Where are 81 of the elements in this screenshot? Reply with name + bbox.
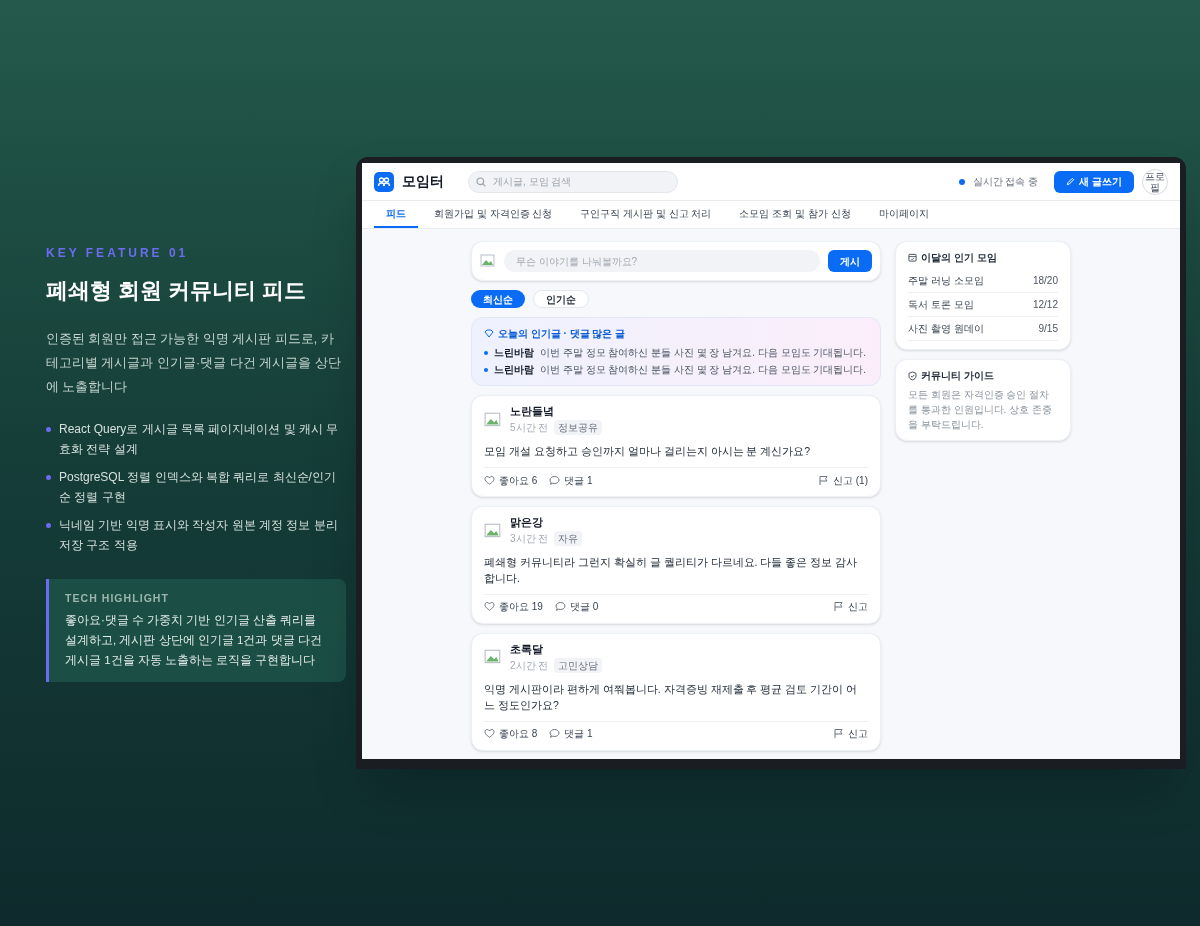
bullet-text: React Query로 게시글 목록 페이지네이션 및 캐시 무효화 전략 설계 (59, 420, 340, 458)
calendar-icon (908, 253, 917, 263)
pencil-icon (1066, 177, 1076, 187)
highlight-label: TECH HIGHLIGHT (65, 590, 170, 606)
report-button[interactable]: 신고 (833, 599, 868, 615)
nav-tab[interactable]: 마이페이지 (866, 200, 941, 229)
heart-icon (484, 474, 495, 486)
flag-icon (833, 601, 844, 613)
bullet-icon (484, 350, 488, 355)
new-post-button[interactable]: 새 글쓰기 (1054, 170, 1134, 193)
heart-icon (484, 601, 495, 613)
bullet-icon (46, 474, 51, 480)
slide-description: 인증된 회원만 접근 가능한 익명 게시판 피드로, 카테고리별 게시글과 인기글·댓글 다건 게시글을 상단에 노출합니다 (46, 330, 342, 396)
post-body: 익명 게시판이라 편하게 여쭤봅니다. 자격증빙 재제출 후 평균 검토 기간이 어느 정도인가요? (484, 680, 868, 722)
bullet-icon (484, 367, 488, 372)
post-body: 폐쇄형 커뮤니티라 그런지 확실히 글 퀄리티가 다르네요. 다들 좋은 정보 감사합니다. (484, 553, 868, 595)
heart-icon (484, 728, 495, 740)
eyebrow-label: KEY FEATURE 01 (46, 244, 190, 262)
comment-button[interactable]: 댓글 0 (554, 599, 599, 615)
author-name: 맑은강 (510, 515, 544, 531)
popular-post-link[interactable]: 이번 주말 정모 참여하신 분들 사진 몇 장 남겨요. 다음 모임도 기대됩니다. (540, 362, 867, 378)
nav-tab[interactable]: 피드 (374, 200, 418, 229)
member-count: 12/12 (1032, 298, 1058, 313)
nav-tab[interactable]: 회원가입 및 자격인증 신청 (422, 200, 565, 229)
broken-image-icon (484, 410, 502, 429)
popular-post-link[interactable]: 이번 주말 정모 참여하신 분들 사진 몇 장 남겨요. 다음 모임도 기대됩니다. (540, 345, 867, 361)
card-title: 커뮤니티 가이드 (921, 369, 994, 384)
bullet-text: 닉네임 기반 익명 표시와 작성자 원본 계정 정보 분리 저장 구조 적용 (59, 516, 339, 554)
group-name[interactable]: 독서 토론 모임 (908, 297, 974, 313)
slide-title: 폐쇄형 회원 커뮤니티 피드 (46, 276, 308, 305)
post-input-field[interactable]: 무슨 이야기를 나눠볼까요? (504, 250, 820, 273)
bullet-icon (46, 426, 51, 432)
highlight-text: 좋아요·댓글 수 가중치 기반 인기글 산출 쿼리를 설계하고, 게시판 상단에 인기글 1건과 댓글 다건 게시글 1건을 자동 노출하는 로직을 구현합니다 (65, 613, 323, 669)
like-button[interactable]: 좋아요 6 (484, 472, 538, 488)
comment-icon (549, 474, 561, 486)
card-title: 이달의 인기 모임 (921, 251, 997, 266)
comment-button[interactable]: 댓글 1 (549, 726, 593, 742)
nav-tab[interactable]: 구인구직 게시판 및 신고 처리 (568, 200, 724, 229)
post-body: 모임 개설 요청하고 승인까지 얼마나 걸리는지 아시는 분 계신가요? (484, 443, 868, 469)
popular-posts-title: 오늘의 인기글 · 댓글 많은 글 (498, 327, 626, 342)
post-time: 2시간 전 (510, 658, 549, 673)
flag-icon (818, 474, 829, 486)
diamond-icon (484, 329, 494, 339)
category-tag: 자유 (554, 530, 583, 546)
author-name[interactable]: 느린바람 (494, 345, 534, 361)
group-name[interactable]: 주말 러닝 소모임 (908, 273, 984, 289)
sort-pill[interactable]: 인기순 (533, 290, 589, 309)
post-time: 3시간 전 (510, 531, 549, 546)
comment-icon (549, 728, 561, 740)
guide-text: 모든 회원은 자격인증 승인 절차를 통과한 인원입니다. 상호 존중을 부탁드립니다. (908, 388, 1053, 433)
author-name: 초록달 (510, 641, 544, 657)
sort-pill[interactable]: 최신순 (471, 290, 525, 309)
live-dot-icon (958, 178, 965, 185)
search-field[interactable]: 게시글, 모임 검색 (468, 170, 678, 193)
report-button[interactable]: 신고 (1) (818, 472, 868, 488)
report-button[interactable]: 신고 (833, 726, 868, 742)
nav-tab[interactable]: 소모임 조회 및 참가 신청 (727, 200, 863, 229)
post-time: 5시간 전 (510, 421, 549, 436)
search-icon (476, 176, 486, 187)
broken-image-icon (484, 521, 502, 540)
people-logo-icon (374, 171, 394, 192)
profile-avatar[interactable]: 프로필 (1142, 168, 1168, 195)
member-count: 18/20 (1032, 274, 1058, 289)
like-button[interactable]: 좋아요 8 (484, 726, 538, 742)
bullet-text: PostgreSQL 정렬 인덱스와 복합 쿼리로 최신순/인기순 정렬 구현 (59, 468, 337, 506)
live-status-text: 실시간 접속 중 (972, 175, 1039, 190)
category-tag: 정보공유 (554, 420, 603, 436)
like-button[interactable]: 좋아요 19 (484, 599, 543, 615)
shield-icon (908, 370, 917, 381)
broken-image-icon (480, 253, 496, 270)
author-name[interactable]: 느린바람 (494, 362, 534, 378)
group-name[interactable]: 사진 촬영 원데이 (908, 321, 984, 337)
app-logo-text[interactable]: 모임터 (402, 171, 444, 193)
category-tag: 고민상담 (554, 657, 603, 673)
comment-button[interactable]: 댓글 1 (549, 472, 593, 488)
comment-icon (554, 601, 566, 613)
bullet-icon (46, 522, 51, 528)
post-button[interactable]: 게시 (828, 250, 872, 273)
author-name: 노란들녘 (510, 404, 555, 420)
flag-icon (833, 728, 844, 740)
member-count: 9/15 (1038, 322, 1058, 337)
